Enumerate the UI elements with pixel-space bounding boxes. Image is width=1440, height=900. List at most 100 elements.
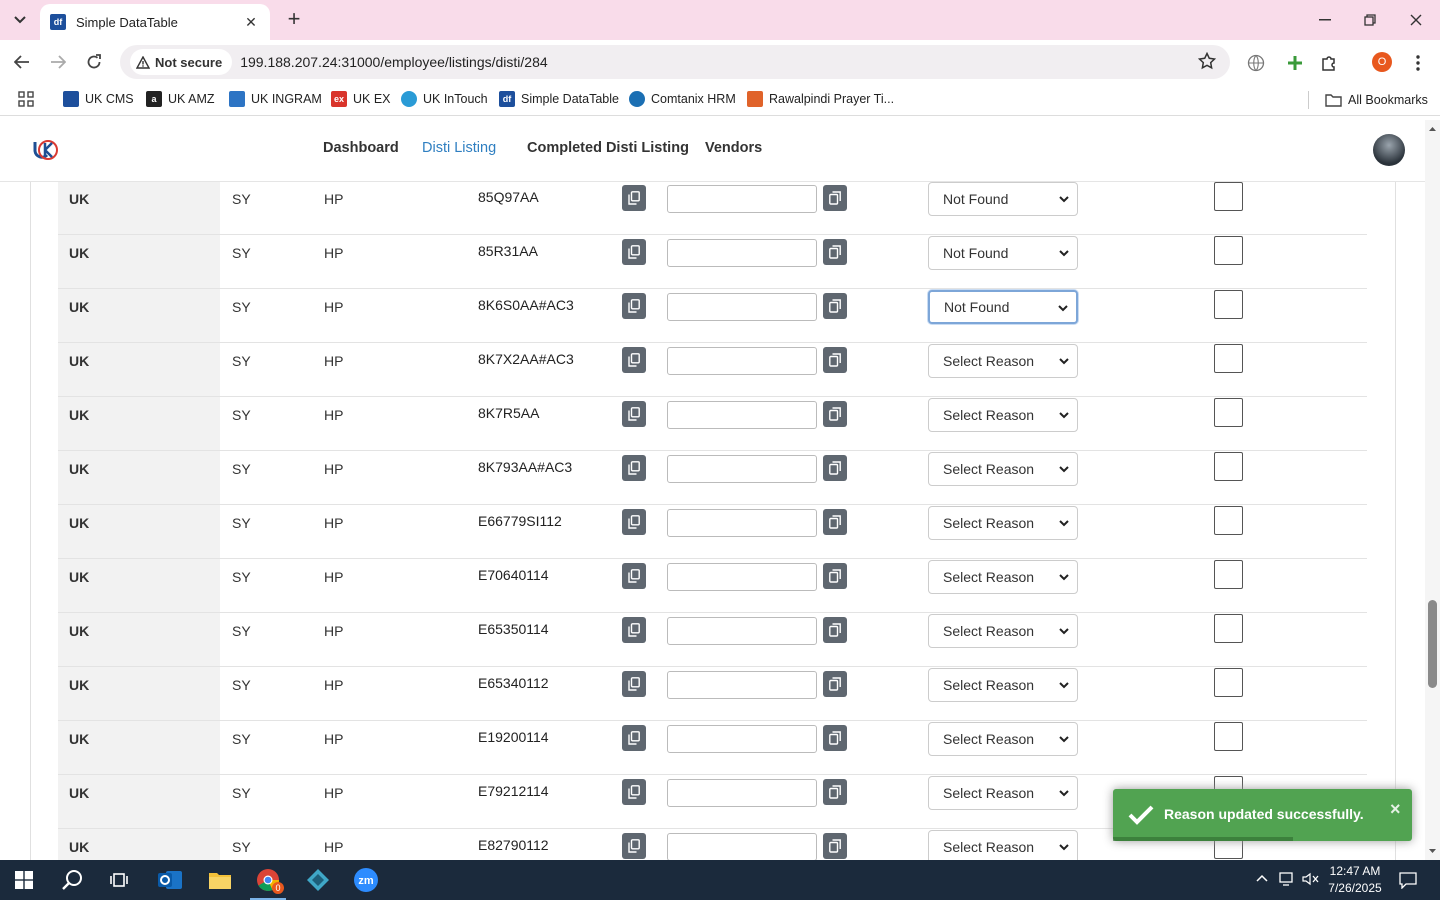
copy-sku-button[interactable] [622,401,646,427]
paste-button[interactable] [823,779,847,805]
listing-input[interactable] [667,779,817,807]
paste-button[interactable] [823,239,847,265]
listing-input[interactable] [667,293,817,321]
listing-input[interactable] [667,239,817,267]
tray-chevron-up-icon[interactable] [1255,871,1269,885]
copy-sku-button[interactable] [622,347,646,373]
close-window-button[interactable] [1396,6,1436,34]
bookmark-simple-datatable[interactable]: df Simple DataTable [499,91,619,107]
forward-button[interactable] [45,49,71,75]
row-checkbox[interactable] [1214,398,1243,427]
bookmark-uk-ingram[interactable]: UK INGRAM [229,91,322,107]
apps-grid-icon[interactable] [18,91,34,107]
copy-sku-button[interactable] [622,725,646,751]
copy-sku-button[interactable] [622,833,646,859]
paste-button[interactable] [823,293,847,319]
notifications-icon[interactable] [1398,871,1418,889]
reason-select[interactable]: Select Reason [928,398,1078,432]
listing-input[interactable] [667,509,817,537]
network-icon[interactable] [1278,871,1296,887]
bookmark-comtanix-hrm[interactable]: Comtanix HRM [629,91,736,107]
security-indicator[interactable]: Not secure [130,49,233,75]
nav-dashboard[interactable]: Dashboard [323,140,399,156]
row-checkbox[interactable] [1214,236,1243,265]
uk-logo-icon[interactable] [32,138,60,167]
browser-tab[interactable]: df Simple DataTable ✕ [40,4,270,40]
system-clock[interactable]: 12:47 AM 7/26/2025 [1322,863,1388,897]
bookmark-star-icon[interactable] [1198,52,1216,70]
scroll-down-icon[interactable] [1425,845,1440,857]
new-tab-button[interactable]: + [282,8,306,32]
row-checkbox[interactable] [1214,560,1243,589]
row-checkbox[interactable] [1214,722,1243,751]
listing-input[interactable] [667,347,817,375]
toast-close-icon[interactable]: × [1390,799,1401,820]
paste-button[interactable] [823,347,847,373]
reason-select[interactable]: Select Reason [928,722,1078,756]
copy-sku-button[interactable] [622,671,646,697]
row-checkbox[interactable] [1214,506,1243,535]
reason-select[interactable]: Not Found [928,182,1078,216]
paste-button[interactable] [823,725,847,751]
listing-input[interactable] [667,455,817,483]
browser-menu-icon[interactable] [1407,52,1429,74]
listing-input[interactable] [667,563,817,591]
extension-plus-icon[interactable] [1284,52,1306,74]
user-avatar[interactable] [1373,134,1405,166]
row-checkbox[interactable] [1214,668,1243,697]
copy-sku-button[interactable] [622,455,646,481]
listing-input[interactable] [667,185,817,213]
paste-button[interactable] [823,563,847,589]
reason-select[interactable]: Select Reason [928,452,1078,486]
task-view-button[interactable] [96,860,144,900]
bookmark-uk-ex[interactable]: ex UK EX [331,91,391,107]
reason-select[interactable]: Select Reason [928,506,1078,540]
copy-sku-button[interactable] [622,239,646,265]
listing-input[interactable] [667,833,817,860]
paste-button[interactable] [823,185,847,211]
scroll-up-icon[interactable] [1425,123,1440,135]
outlook-app[interactable] [146,860,194,900]
reload-button[interactable] [81,49,107,75]
row-checkbox[interactable] [1214,452,1243,481]
volume-muted-icon[interactable] [1301,871,1319,887]
address-bar[interactable]: Not secure 199.188.207.24:31000/employee… [120,45,1230,79]
reason-select[interactable]: Not Found [928,236,1078,270]
zoom-app[interactable]: zm [342,860,390,900]
tab-search-button[interactable] [6,6,34,34]
start-button[interactable] [0,860,48,900]
paste-button[interactable] [823,617,847,643]
paste-button[interactable] [823,455,847,481]
back-button[interactable] [9,49,35,75]
reason-select[interactable]: Select Reason [928,560,1078,594]
paste-button[interactable] [823,401,847,427]
reason-select[interactable]: Select Reason [928,344,1078,378]
restore-button[interactable] [1350,6,1390,34]
profile-avatar[interactable]: O [1372,52,1392,72]
search-button[interactable] [48,860,96,900]
copy-sku-button[interactable] [622,563,646,589]
nav-vendors[interactable]: Vendors [705,140,762,156]
listing-input[interactable] [667,617,817,645]
copy-sku-button[interactable] [622,185,646,211]
listing-input[interactable] [667,671,817,699]
translate-globe-icon[interactable] [1245,52,1267,74]
copy-sku-button[interactable] [622,617,646,643]
chrome-app[interactable]: 0 [244,860,292,900]
listing-input[interactable] [667,725,817,753]
copy-sku-button[interactable] [622,293,646,319]
bookmark-prayer-times[interactable]: Rawalpindi Prayer Ti... [747,91,894,107]
extensions-puzzle-icon[interactable] [1318,52,1340,74]
row-checkbox[interactable] [1214,182,1243,211]
scroll-thumb[interactable] [1428,600,1437,688]
paste-button[interactable] [823,671,847,697]
nav-completed-disti-listing[interactable]: Completed Disti Listing [527,140,689,156]
reason-select[interactable]: Select Reason [928,830,1078,860]
listing-input[interactable] [667,401,817,429]
minimize-button[interactable] [1305,6,1345,34]
reason-select[interactable]: Select Reason [928,614,1078,648]
success-toast[interactable]: Reason updated successfully. × [1113,789,1412,841]
file-explorer-app[interactable] [196,860,244,900]
reason-select[interactable]: Select Reason [928,776,1078,810]
reason-select[interactable]: Not Found [928,290,1078,324]
